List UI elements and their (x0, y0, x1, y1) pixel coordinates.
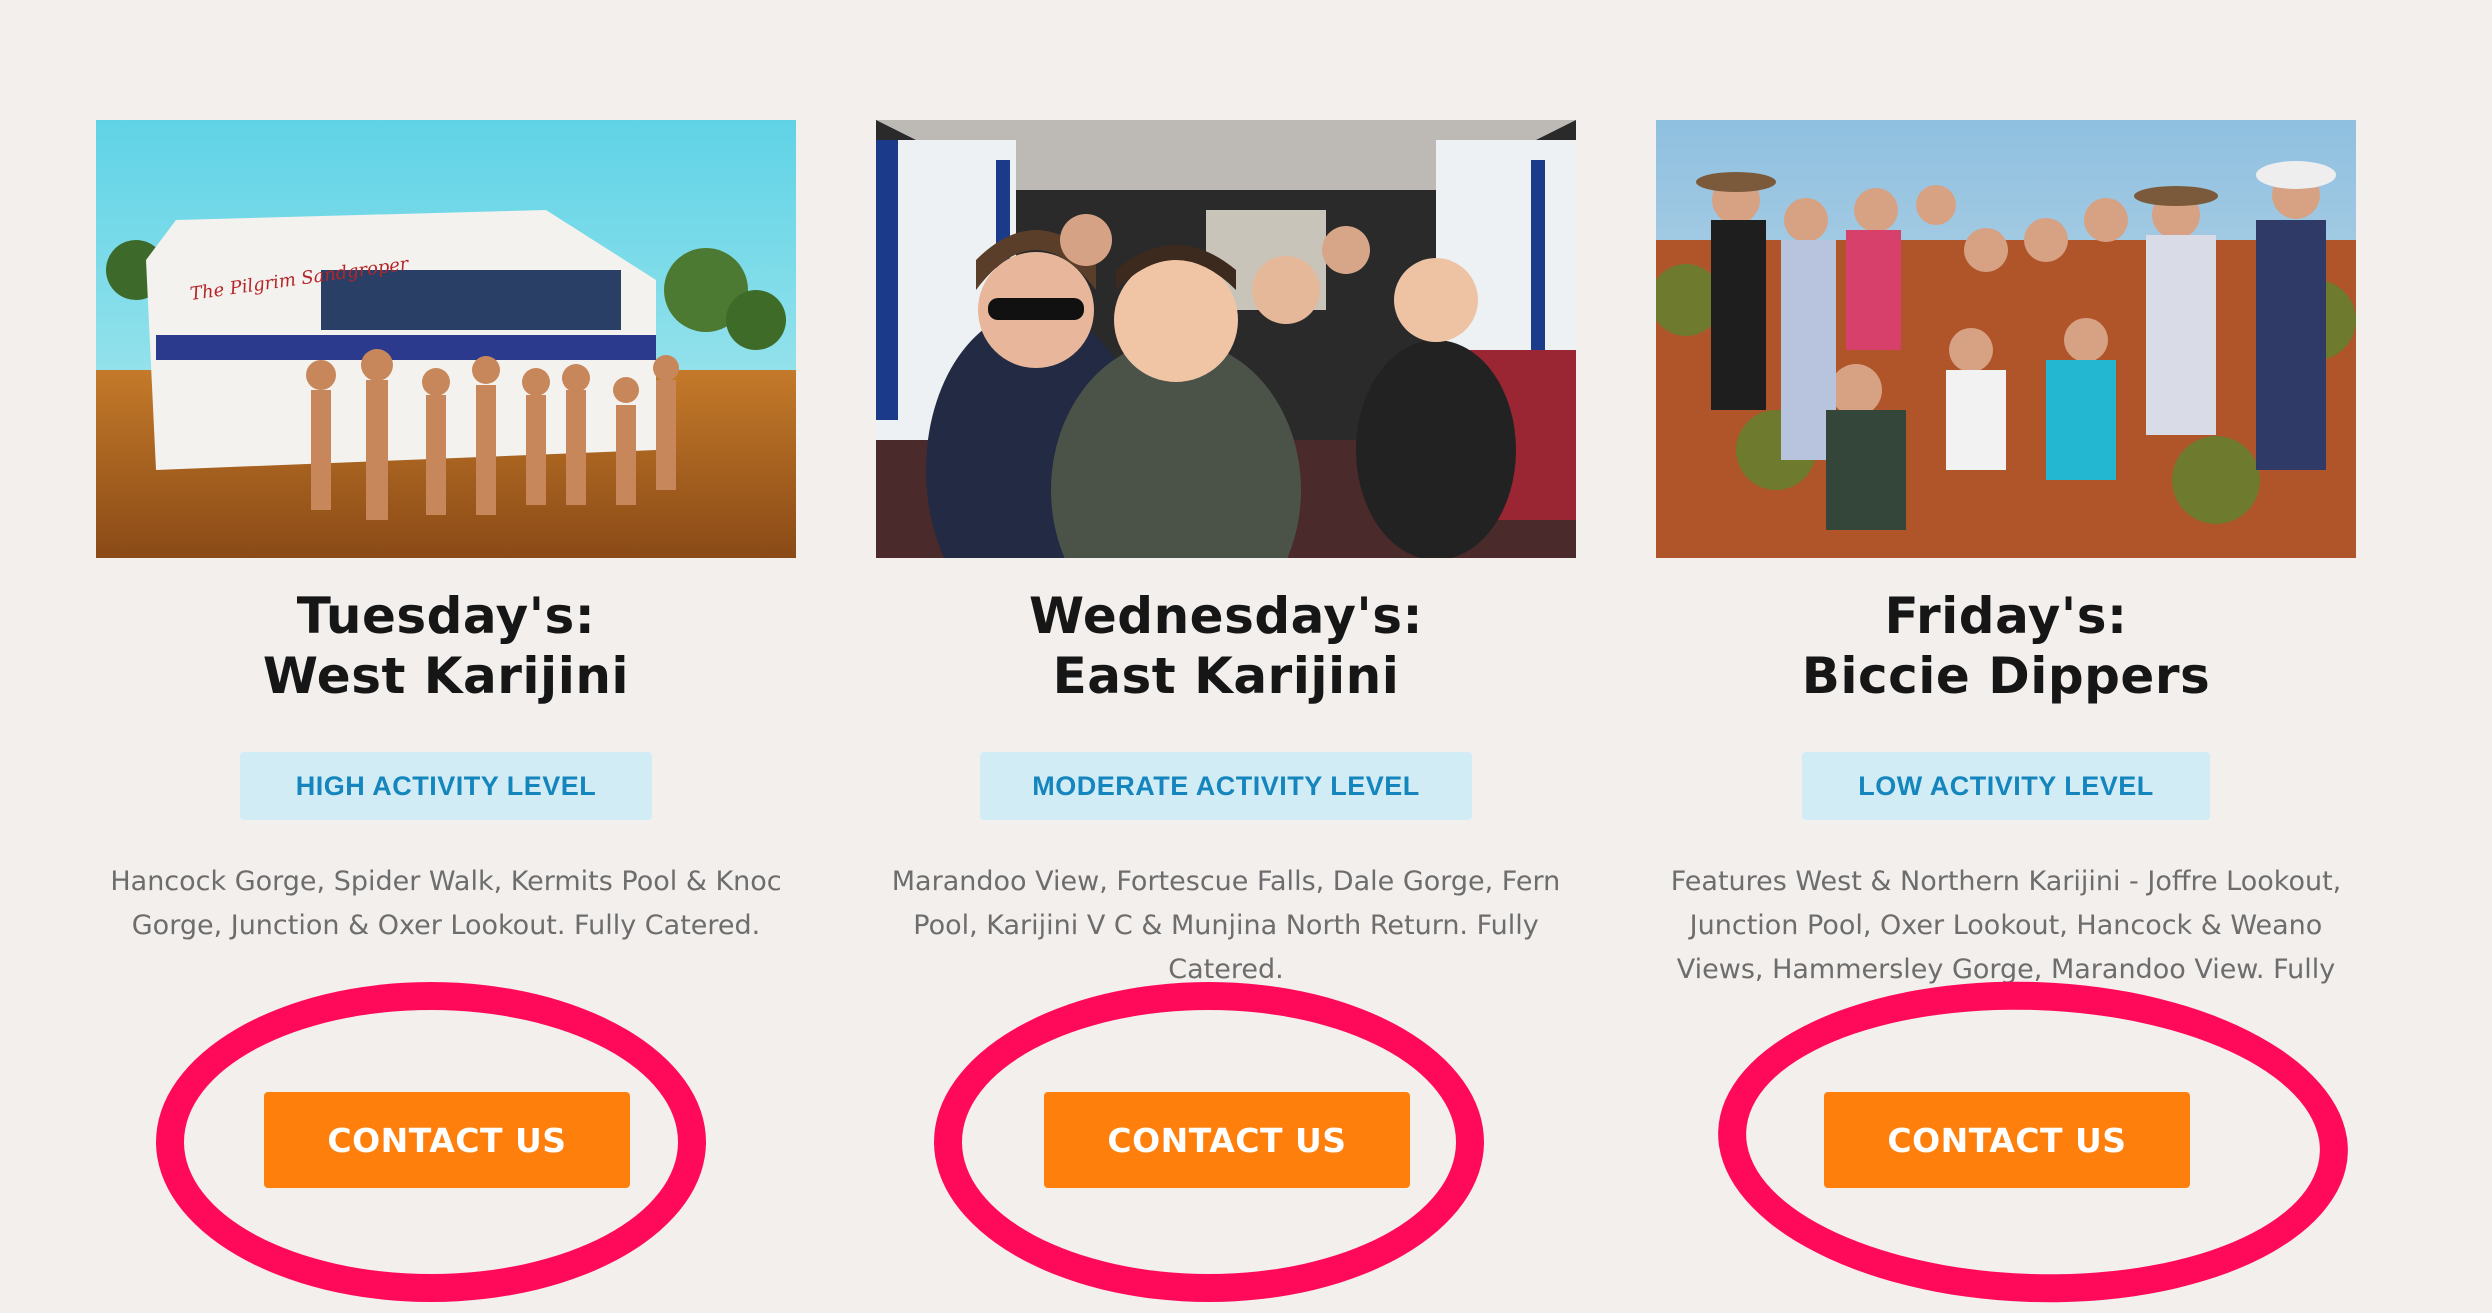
activity-level-badge: HIGH ACTIVITY LEVEL (240, 752, 652, 820)
tour-title: Friday's: Biccie Dippers (1656, 586, 2356, 706)
tour-name: East Karijini (1052, 647, 1400, 705)
outback-group-image (1656, 120, 2356, 558)
tour-description: Marandoo View, Fortescue Falls, Dale Gor… (891, 866, 1561, 985)
tour-day: Wednesday's: (1029, 587, 1423, 645)
tour-card-friday: Friday's: Biccie Dippers LOW ACTIVITY LE… (1656, 0, 2356, 1313)
contact-us-button[interactable]: CONTACT US (1044, 1092, 1410, 1188)
tour-name: Biccie Dippers (1801, 647, 2211, 705)
contact-us-button[interactable]: CONTACT US (1824, 1092, 2190, 1188)
activity-level-badge: LOW ACTIVITY LEVEL (1802, 752, 2210, 820)
tour-title: Wednesday's: East Karijini (876, 586, 1576, 706)
contact-us-button[interactable]: CONTACT US (264, 1092, 630, 1188)
tour-title: Tuesday's: West Karijini (96, 586, 796, 706)
tour-description: Hancock Gorge, Spider Walk, Kermits Pool… (110, 866, 782, 941)
tour-card-wednesday: Wednesday's: East Karijini MODERATE ACTI… (876, 0, 1576, 1312)
tour-card-tuesday: The Pilgrim Sandgroper Tuesday's: West K… (96, 0, 796, 1312)
tour-photo-tuesday[interactable]: The Pilgrim Sandgroper (96, 120, 796, 558)
tour-photo-friday[interactable] (1656, 120, 2356, 558)
bus-interior-image (876, 120, 1576, 558)
tour-day: Friday's: (1884, 587, 2128, 645)
activity-level-badge: MODERATE ACTIVITY LEVEL (980, 752, 1472, 820)
tour-day: Tuesday's: (296, 587, 596, 645)
tour-description: Features West & Northern Karijini - Joff… (1670, 866, 2342, 985)
bus-group-image: The Pilgrim Sandgroper (96, 120, 796, 558)
tour-photo-wednesday[interactable] (876, 120, 1576, 558)
tour-name: West Karijini (262, 647, 630, 705)
